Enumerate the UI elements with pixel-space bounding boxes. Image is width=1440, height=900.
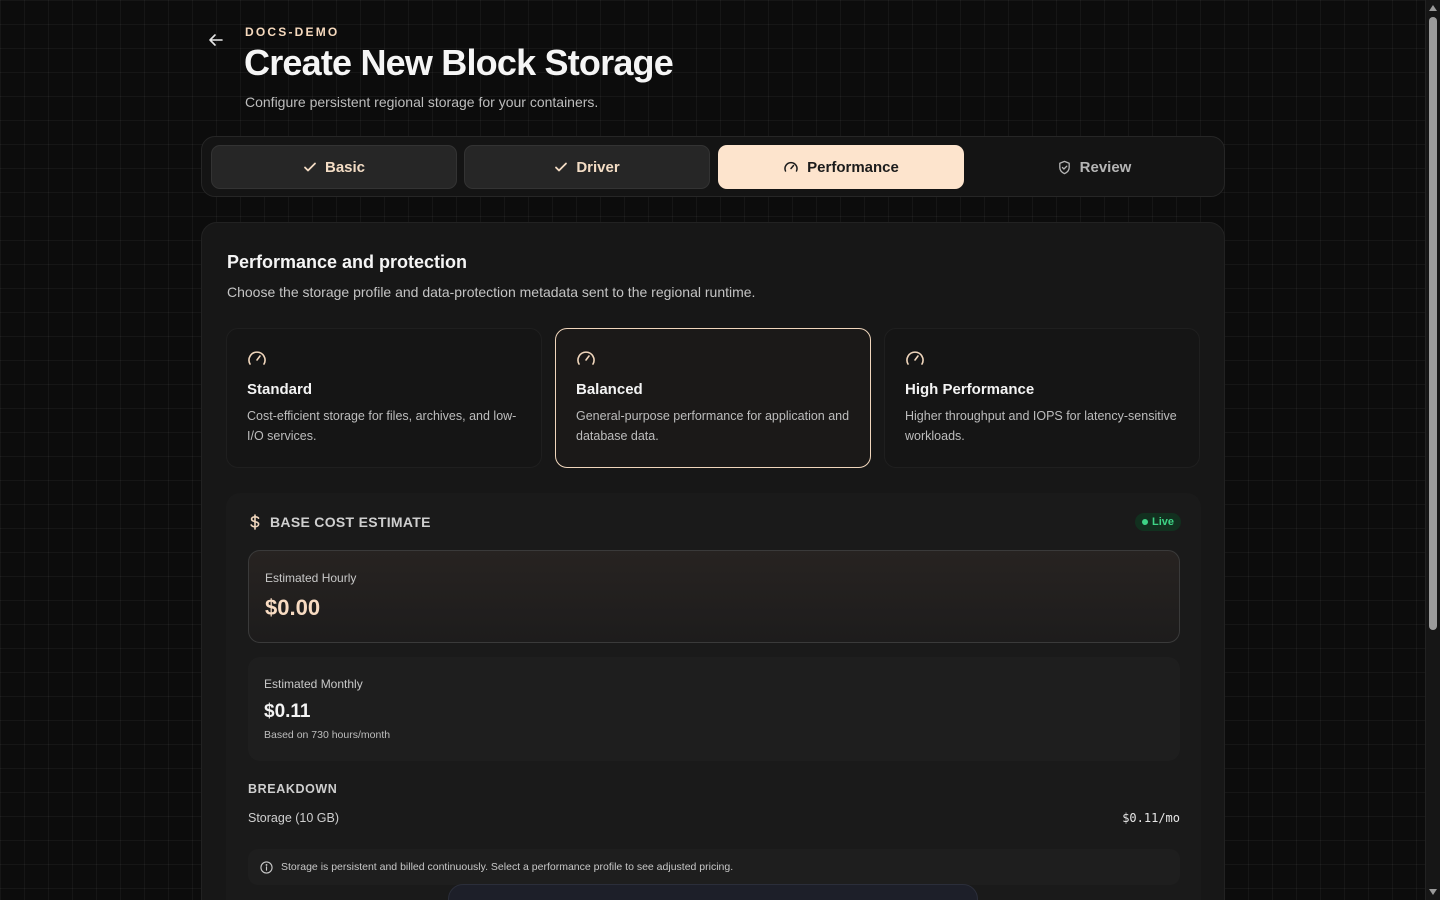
step-basic[interactable]: Basic xyxy=(211,145,457,189)
arrow-left-icon xyxy=(209,34,223,46)
pricing-info-note: Storage is persistent and billed continu… xyxy=(248,849,1180,885)
hourly-estimate: Estimated Hourly $0.00 xyxy=(248,550,1180,643)
profile-name: High Performance xyxy=(905,381,1035,398)
page-subtitle: Configure persistent regional storage fo… xyxy=(245,94,599,110)
wizard-stepper: Basic Driver Performance Review xyxy=(201,136,1225,197)
floating-action-bar[interactable] xyxy=(448,884,978,900)
live-label: Live xyxy=(1151,516,1174,528)
gauge-icon xyxy=(906,351,924,365)
step-label: Driver xyxy=(576,158,620,176)
step-label: Basic xyxy=(324,158,366,176)
check-icon xyxy=(304,162,316,172)
scroll-down-icon[interactable] xyxy=(1429,889,1437,895)
gauge-icon xyxy=(577,351,595,365)
breakdown-title: BREAKDOWN xyxy=(248,782,338,796)
profile-description: Higher throughput and IOPS for latency-s… xyxy=(905,409,1177,443)
monthly-label: Estimated Monthly xyxy=(264,677,363,691)
profile-name: Standard xyxy=(247,381,313,398)
step-label: Performance xyxy=(807,158,899,176)
pricing-info-text: Storage is persistent and billed continu… xyxy=(281,861,734,873)
info-icon xyxy=(260,860,273,874)
live-dot-icon xyxy=(1141,519,1148,525)
section-description: Choose the storage profile and data-prot… xyxy=(227,284,756,300)
cost-estimate-title: BASE COST ESTIMATE xyxy=(270,514,431,530)
hourly-label: Estimated Hourly xyxy=(265,571,357,585)
profile-name: Balanced xyxy=(576,381,643,398)
cost-estimate-panel: BASE COST ESTIMATE Live Estimated Hourly… xyxy=(226,493,1201,900)
profile-balanced[interactable]: Balanced General-purpose performance for… xyxy=(555,328,871,468)
shield-check-icon xyxy=(1058,160,1070,174)
breakdown-row: Storage (10 GB) $0.11/mo xyxy=(248,811,1180,825)
monthly-value: $0.11 xyxy=(264,701,311,722)
step-label: Review xyxy=(1079,158,1132,176)
profile-standard[interactable]: Standard Cost-efficient storage for file… xyxy=(226,328,542,468)
gauge-icon xyxy=(248,351,266,365)
breakdown-item-label: Storage (10 GB) xyxy=(248,811,340,825)
dollar-icon xyxy=(250,514,260,530)
scroll-up-icon[interactable] xyxy=(1429,5,1437,11)
back-button[interactable] xyxy=(204,28,228,52)
scroll-thumb[interactable] xyxy=(1429,17,1437,630)
monthly-estimate: Estimated Monthly $0.11 Based on 730 hou… xyxy=(248,657,1180,761)
step-review[interactable]: Review xyxy=(971,145,1217,189)
breakdown-item-value: $0.11/mo xyxy=(1122,811,1180,825)
cost-estimate-header: BASE COST ESTIMATE xyxy=(248,514,431,530)
profile-description: Cost-efficient storage for files, archiv… xyxy=(247,409,517,443)
step-driver[interactable]: Driver xyxy=(464,145,710,189)
profile-description: General-purpose performance for applicat… xyxy=(576,409,850,443)
step-performance[interactable]: Performance xyxy=(718,145,964,189)
hourly-value: $0.00 xyxy=(265,595,321,620)
section-title: Performance and protection xyxy=(227,252,468,272)
monthly-note: Based on 730 hours/month xyxy=(264,729,391,741)
check-icon xyxy=(555,162,568,172)
page-scrollbar[interactable] xyxy=(1425,0,1440,900)
gauge-icon xyxy=(784,161,798,172)
performance-card: Performance and protection Choose the st… xyxy=(201,222,1225,900)
page-title: Create New Block Storage xyxy=(244,42,674,83)
project-eyebrow: DOCS-DEMO xyxy=(245,25,340,39)
profile-high-performance[interactable]: High Performance Higher throughput and I… xyxy=(884,328,1200,468)
live-badge: Live xyxy=(1134,513,1181,531)
